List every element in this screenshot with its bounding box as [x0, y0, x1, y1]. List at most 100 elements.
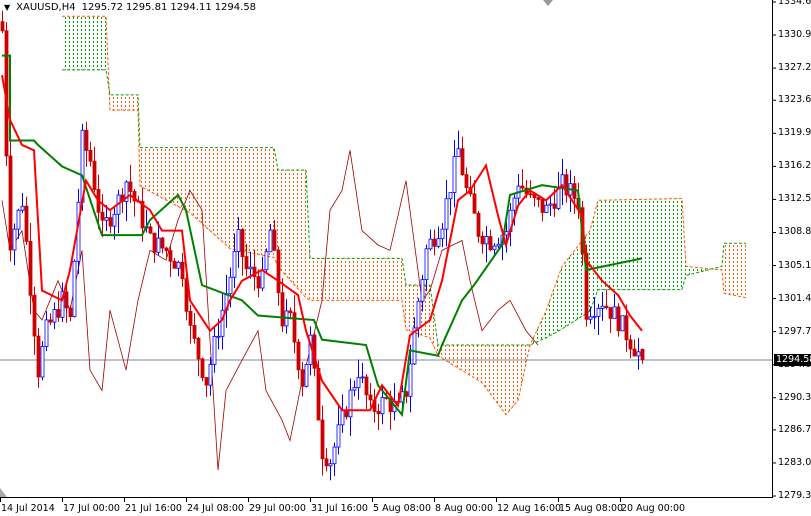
candle — [560, 159, 565, 206]
candle — [300, 361, 305, 397]
price-tick-label: 1308.80 — [778, 226, 811, 238]
time-tick-label: 24 Jul 08:00 — [187, 503, 244, 514]
candle-body — [544, 204, 549, 213]
candle-body — [176, 261, 181, 269]
candle-body — [484, 236, 489, 245]
candle-body — [128, 181, 133, 192]
candle-body — [28, 240, 33, 296]
low-value: 1294.11 — [170, 2, 212, 13]
candle-body — [624, 315, 629, 341]
candle — [176, 260, 181, 277]
candle-body — [444, 198, 449, 230]
candle — [636, 337, 641, 370]
candle-body — [436, 238, 441, 247]
candle — [448, 192, 453, 216]
candle — [516, 174, 521, 207]
chart-shift-marker[interactable] — [543, 0, 553, 6]
current-price-label: 1294.58 — [774, 353, 811, 366]
cloud-bearish-segment — [190, 147, 230, 249]
time-tick-label: 21 Jul 16:00 — [125, 503, 182, 514]
candle — [356, 359, 361, 400]
chart-window[interactable]: ▼ XAUUSD,H4 1295.72 1295.81 1294.11 1294… — [0, 0, 811, 516]
candle — [376, 403, 381, 430]
candle-body — [108, 217, 113, 227]
price-tick-label: 1312.50 — [778, 193, 811, 205]
time-tick-label: 12 Aug 16:00 — [497, 503, 562, 514]
price-chart[interactable] — [0, 0, 811, 516]
scroll-marker[interactable] — [0, 488, 7, 497]
candle-body — [212, 336, 217, 365]
candle — [336, 406, 341, 455]
price-tick-label: 1319.90 — [778, 127, 811, 139]
candle — [12, 223, 17, 266]
candle-body — [360, 376, 365, 379]
cloud-bearish-segment — [482, 345, 506, 415]
ichimoku-lines — [1, 54, 643, 418]
candle — [252, 249, 257, 291]
candle — [152, 232, 157, 263]
candle-body — [48, 319, 53, 323]
candle — [536, 196, 541, 208]
kijun-sen-line — [2, 54, 643, 418]
candle-body — [40, 346, 45, 378]
candle-body — [248, 266, 253, 270]
candle-body — [232, 251, 237, 278]
candle — [68, 305, 73, 322]
candle-body — [160, 237, 165, 249]
candle — [428, 229, 433, 251]
candle — [260, 256, 265, 292]
candle — [464, 167, 469, 194]
candle-body — [188, 310, 193, 326]
price-tick-label: 1286.70 — [778, 423, 811, 435]
candle — [84, 121, 89, 167]
candle-body — [148, 226, 153, 234]
candle-body — [0, 21, 5, 32]
candle — [324, 448, 329, 472]
price-tick-label: 1305.10 — [778, 259, 811, 271]
candle-body — [640, 348, 645, 360]
candle-body — [340, 409, 345, 426]
candle — [124, 180, 129, 221]
candle — [616, 303, 621, 337]
candle-body — [240, 229, 245, 257]
candle — [280, 278, 285, 332]
candle-body — [104, 217, 109, 221]
candle — [484, 226, 489, 263]
candle-body — [276, 249, 281, 294]
candle — [640, 348, 645, 364]
candle-body — [84, 129, 89, 151]
candle — [372, 388, 377, 423]
triangle-down-icon[interactable]: ▼ — [4, 3, 10, 12]
candle — [296, 338, 301, 380]
candle — [572, 176, 577, 214]
candle — [540, 199, 545, 222]
candle-body — [472, 193, 477, 214]
candle-body — [540, 199, 545, 213]
candle — [364, 374, 369, 409]
candle — [600, 291, 605, 321]
candle-body — [196, 337, 201, 360]
candle-body — [608, 307, 613, 319]
candle — [328, 459, 333, 481]
candle — [460, 136, 465, 176]
high-value: 1295.81 — [125, 2, 168, 13]
candle-body — [20, 205, 25, 211]
candle — [476, 210, 481, 243]
time-tick-label: 17 Jul 00:00 — [63, 503, 120, 514]
candle — [204, 376, 209, 397]
candle-body — [168, 250, 173, 262]
candle-body — [456, 148, 461, 158]
candle-body — [36, 335, 41, 378]
candle — [8, 138, 13, 262]
candle-body — [488, 236, 493, 251]
candle-body — [552, 203, 557, 209]
candle-body — [304, 364, 309, 387]
candle — [276, 246, 281, 306]
price-tick-label: 1290.30 — [778, 391, 811, 403]
candle-body — [256, 276, 261, 289]
candle-body — [380, 397, 385, 415]
candle-body — [296, 341, 301, 371]
candle — [352, 380, 357, 397]
price-tick-label: 1327.20 — [778, 62, 811, 74]
price-tick-label: 1297.70 — [778, 325, 811, 337]
